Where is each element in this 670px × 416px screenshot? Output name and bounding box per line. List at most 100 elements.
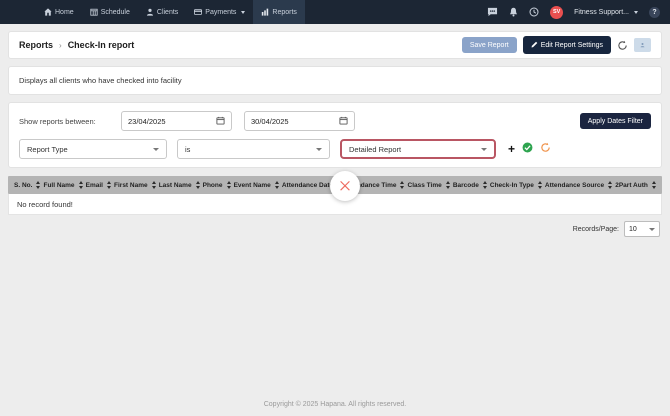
breadcrumb-parent[interactable]: Reports — [19, 40, 53, 50]
chevron-down-icon — [634, 11, 638, 14]
add-filter-icon[interactable]: + — [508, 143, 515, 155]
date-to-input[interactable]: 30/04/2025 — [244, 111, 355, 131]
apply-check-icon[interactable] — [522, 140, 533, 158]
refresh-icon[interactable] — [617, 40, 628, 51]
copyright-footer: Copyright © 2025 Hapana. All rights rese… — [0, 401, 670, 408]
nav-item-home[interactable]: Home — [36, 0, 82, 24]
sort-icon — [196, 181, 200, 189]
chevron-down-icon — [649, 228, 655, 231]
sort-icon — [36, 181, 40, 189]
edit-report-settings-button[interactable]: Edit Report Settings — [523, 36, 611, 54]
records-per-page-value: 10 — [629, 226, 637, 233]
user-menu[interactable]: Fitness Support... — [574, 9, 638, 16]
column-header-barcode[interactable]: Barcode — [453, 181, 487, 189]
sort-icon — [275, 181, 279, 189]
reset-refresh-icon[interactable] — [540, 140, 551, 158]
nav-label: Payments — [205, 9, 236, 16]
breadcrumb-separator: › — [59, 41, 62, 50]
report-value: Detailed Report — [349, 145, 401, 154]
edit-report-settings-label: Edit Report Settings — [541, 42, 603, 49]
records-per-page-select[interactable]: 10 — [624, 221, 660, 237]
column-header-2part-auth[interactable]: 2Part Auth — [615, 181, 656, 189]
apply-dates-filter-button[interactable]: Apply Dates Filter — [580, 113, 651, 129]
pencil-icon — [531, 41, 538, 50]
chevron-down-icon — [481, 148, 487, 151]
report-value-select[interactable]: Detailed Report — [340, 139, 496, 159]
column-header-full-name[interactable]: Full Name — [43, 181, 82, 189]
column-header-check-in-type[interactable]: Check-In Type — [490, 181, 542, 189]
calendar-icon — [339, 116, 348, 127]
report-type-value: Report Type — [27, 145, 68, 154]
nav-label: Home — [55, 9, 74, 16]
column-label: 2Part Auth — [615, 182, 648, 189]
avatar[interactable]: SV — [550, 6, 563, 19]
sort-icon — [446, 181, 450, 189]
operator-select[interactable]: is — [177, 139, 330, 159]
nav-item-clients[interactable]: Clients — [138, 0, 186, 24]
sort-icon — [227, 181, 231, 189]
column-header-last-name[interactable]: Last Name — [159, 181, 200, 189]
nav-item-payments[interactable]: Payments — [186, 0, 253, 24]
help-icon[interactable]: ? — [649, 7, 660, 18]
credit-card-icon — [194, 8, 202, 16]
column-label: Email — [86, 182, 103, 189]
nav-menu: Home Schedule Clients Payments Reports — [0, 0, 305, 24]
column-label: Phone — [203, 182, 223, 189]
column-header-phone[interactable]: Phone — [203, 181, 231, 189]
date-from-input[interactable]: 23/04/2025 — [121, 111, 232, 131]
calendar-icon — [216, 116, 225, 127]
calendar-icon — [90, 8, 98, 16]
hapana-loader-icon — [338, 179, 352, 193]
sort-icon — [608, 181, 612, 189]
column-header-email[interactable]: Email — [86, 181, 111, 189]
report-type-select[interactable]: Report Type — [19, 139, 167, 159]
filter-action-icons: + — [508, 140, 551, 158]
nav-label: Reports — [272, 9, 297, 16]
nav-utilities: SV Fitness Support... ? — [487, 6, 670, 19]
user-lock-button[interactable] — [634, 38, 651, 52]
person-icon — [146, 8, 154, 16]
date-range-label: Show reports between: — [19, 117, 121, 126]
bell-icon[interactable] — [509, 7, 518, 17]
column-header-attendance-source[interactable]: Attendance Source — [545, 181, 612, 189]
column-label: Attendance Source — [545, 182, 604, 189]
nav-label: Schedule — [101, 9, 130, 16]
report-actions: Save Report Edit Report Settings — [462, 36, 651, 54]
column-header-class-time[interactable]: Class Time — [408, 181, 450, 189]
column-header-event-name[interactable]: Event Name — [234, 181, 279, 189]
sort-icon — [79, 181, 83, 189]
nav-item-schedule[interactable]: Schedule — [82, 0, 138, 24]
column-label: Attendance Date — [282, 182, 333, 189]
loading-spinner — [330, 171, 360, 201]
user-name-label: Fitness Support... — [574, 9, 629, 16]
sort-icon — [652, 181, 656, 189]
chevron-down-icon — [153, 148, 159, 151]
date-filter-row: Show reports between: 23/04/2025 30/04/2… — [19, 111, 651, 131]
save-report-button[interactable]: Save Report — [462, 37, 517, 53]
top-navbar: Home Schedule Clients Payments Reports S… — [0, 0, 670, 24]
operator-value: is — [185, 145, 190, 154]
records-per-page-label: Records/Page: — [573, 226, 619, 233]
date-from-value: 23/04/2025 — [128, 117, 166, 126]
pagination-row: Records/Page: 10 — [10, 221, 660, 237]
column-label: S. No. — [14, 182, 32, 189]
column-label: Check-In Type — [490, 182, 534, 189]
column-label: First Name — [114, 182, 148, 189]
page-title: Check-In report — [68, 40, 135, 50]
column-label: Last Name — [159, 182, 192, 189]
chevron-down-icon — [241, 11, 245, 14]
clock-icon[interactable] — [529, 7, 539, 17]
sort-icon — [538, 181, 542, 189]
column-label: Class Time — [408, 182, 442, 189]
sort-icon — [483, 181, 487, 189]
chat-icon[interactable] — [487, 7, 498, 17]
chevron-down-icon — [316, 148, 322, 151]
home-icon — [44, 8, 52, 16]
date-to-value: 30/04/2025 — [251, 117, 289, 126]
nav-item-reports[interactable]: Reports — [253, 0, 305, 24]
column-header-s-no-[interactable]: S. No. — [14, 181, 40, 189]
column-header-first-name[interactable]: First Name — [114, 181, 156, 189]
column-label: Full Name — [43, 182, 74, 189]
breadcrumb: Reports › Check-In report — [19, 40, 134, 50]
filters-card: Show reports between: 23/04/2025 30/04/2… — [8, 102, 662, 168]
